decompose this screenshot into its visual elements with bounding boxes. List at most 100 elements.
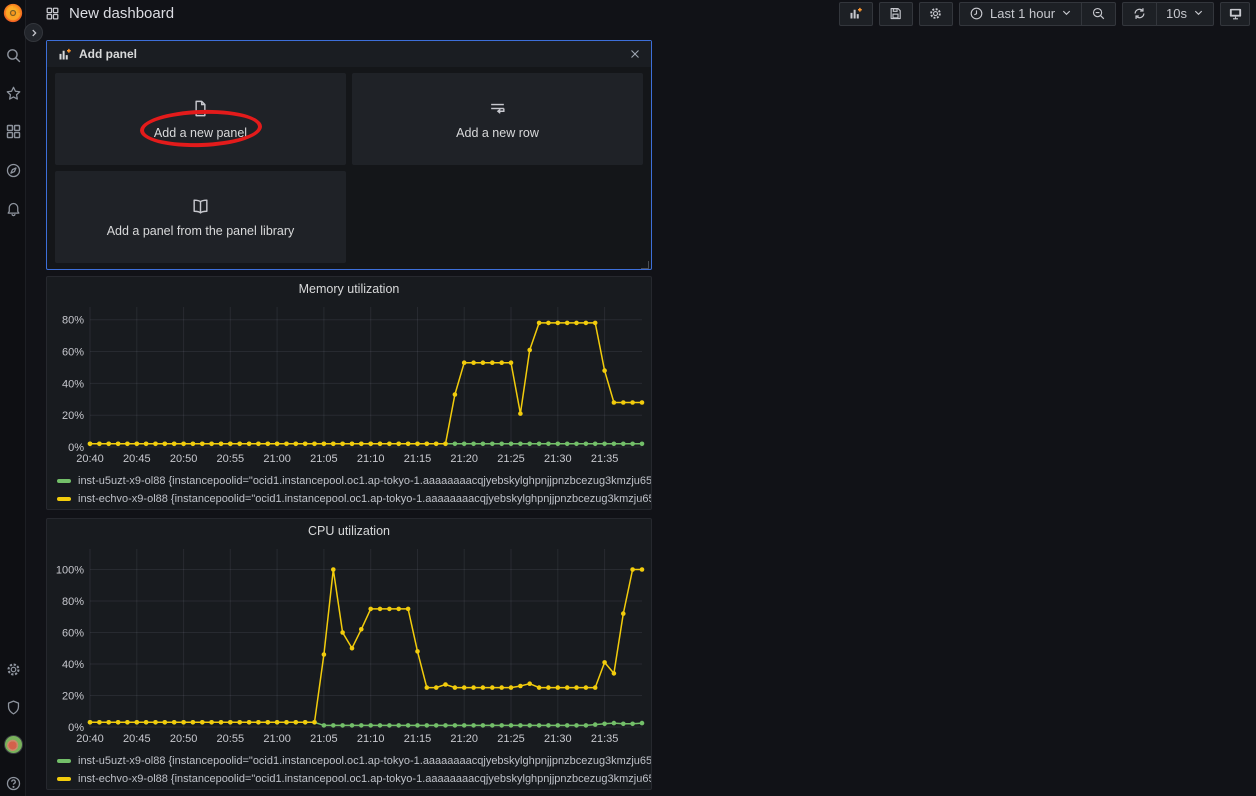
svg-text:40%: 40% (62, 378, 84, 390)
chevron-down-icon (1061, 6, 1072, 21)
svg-text:21:10: 21:10 (357, 733, 385, 745)
close-icon[interactable] (629, 48, 641, 60)
svg-text:20:50: 20:50 (170, 733, 198, 745)
svg-text:21:05: 21:05 (310, 453, 338, 465)
memory-chart-area[interactable]: 0%20%40%60%80%20:4020:4520:5020:5521:002… (47, 301, 651, 470)
svg-text:21:15: 21:15 (404, 453, 432, 465)
refresh-group: 10s (1122, 2, 1214, 26)
add-new-panel-button[interactable]: Add a new panel (55, 73, 346, 165)
time-picker-group: Last 1 hour (959, 2, 1116, 26)
series-label[interactable]: inst-u5uzt-x9-ol88 {instancepoolid="ocid… (78, 475, 651, 487)
refresh-button[interactable] (1123, 3, 1156, 25)
svg-text:21:05: 21:05 (310, 733, 338, 745)
refresh-interval-button[interactable]: 10s (1156, 3, 1213, 25)
svg-text:20:40: 20:40 (76, 453, 104, 465)
svg-text:21:25: 21:25 (497, 453, 525, 465)
time-range-button[interactable]: Last 1 hour (960, 3, 1081, 25)
add-panel-from-library-button[interactable]: Add a panel from the panel library (55, 171, 346, 263)
svg-text:21:35: 21:35 (591, 453, 619, 465)
zoom-out-time-button[interactable] (1081, 3, 1115, 25)
add-new-row-button[interactable]: Add a new row (352, 73, 643, 165)
cpu-chart-area[interactable]: 0%20%40%60%80%100%20:4020:4520:5020:5521… (47, 543, 651, 750)
svg-text:20:45: 20:45 (123, 453, 151, 465)
grafana-logo-icon[interactable] (2, 2, 24, 24)
series-swatch (57, 759, 71, 763)
legend-item: inst-u5uzt-x9-ol88 {instancepoolid="ocid… (57, 472, 651, 490)
help-icon[interactable] (0, 773, 26, 793)
tv-kiosk-icon (1228, 6, 1243, 21)
grafana-app: New dashboard Last 1 hour (0, 0, 1256, 796)
svg-text:21:30: 21:30 (544, 453, 572, 465)
row-icon (488, 99, 507, 118)
dashboard-title-group[interactable]: New dashboard (45, 5, 174, 22)
svg-text:60%: 60% (62, 347, 84, 359)
starred-icon[interactable] (0, 83, 26, 103)
book-icon (191, 197, 210, 216)
svg-text:21:35: 21:35 (591, 733, 619, 745)
series-swatch (57, 777, 71, 781)
sidebar (0, 0, 26, 796)
memory-legend: inst-u5uzt-x9-ol88 {instancepoolid="ocid… (47, 470, 651, 508)
svg-text:60%: 60% (62, 628, 84, 640)
svg-text:21:15: 21:15 (404, 733, 432, 745)
legend-item: inst-echvo-x9-ol88 {instancepoolid="ocid… (57, 770, 651, 788)
series-label[interactable]: inst-echvo-x9-ol88 {instancepoolid="ocid… (78, 493, 651, 505)
user-avatar[interactable] (0, 734, 26, 754)
cpu-utilization-panel: CPU utilization 0%20%40%60%80%100%20:402… (46, 518, 652, 790)
save-dashboard-button[interactable] (879, 2, 913, 26)
cpu-legend: inst-u5uzt-x9-ol88 {instancepoolid="ocid… (47, 750, 651, 788)
gear-icon (928, 6, 943, 21)
alerting-bell-icon[interactable] (0, 198, 26, 218)
legend-item: inst-echvo-x9-ol88 {instancepoolid="ocid… (57, 490, 651, 508)
top-header: New dashboard Last 1 hour (27, 0, 1256, 27)
add-panel-widget: Add panel Add a new panel Add a new row … (46, 40, 652, 270)
add-panel-widget-body: Add a new panel Add a new row Add a pane… (47, 67, 651, 271)
configuration-gear-icon[interactable] (0, 659, 26, 679)
series-label[interactable]: inst-u5uzt-x9-ol88 {instancepoolid="ocid… (78, 755, 651, 767)
zoom-out-icon (1091, 6, 1106, 21)
svg-text:20:50: 20:50 (170, 453, 198, 465)
search-icon[interactable] (0, 45, 26, 65)
add-panel-button[interactable] (839, 2, 873, 26)
cpu-chart[interactable]: 0%20%40%60%80%100%20:4020:4520:5020:5521… (50, 543, 648, 747)
svg-text:21:20: 21:20 (450, 453, 478, 465)
dashboards-icon[interactable] (0, 121, 26, 141)
panel-title[interactable]: CPU utilization (47, 519, 651, 543)
chevron-down-icon (1193, 6, 1204, 21)
explore-compass-icon[interactable] (0, 160, 26, 180)
add-new-row-label: Add a new row (456, 126, 539, 140)
clock-icon (969, 6, 984, 21)
svg-text:20%: 20% (62, 691, 84, 703)
series-swatch (57, 497, 71, 501)
widget-title: Add panel (79, 47, 137, 61)
add-panel-icon (848, 6, 863, 21)
refresh-icon (1132, 6, 1147, 21)
apps-grid-icon (45, 6, 60, 21)
file-icon (191, 99, 210, 118)
empty-cell (352, 171, 643, 263)
add-panel-from-library-label: Add a panel from the panel library (107, 224, 295, 238)
svg-text:20%: 20% (62, 410, 84, 422)
svg-text:21:00: 21:00 (263, 453, 291, 465)
svg-text:20:55: 20:55 (217, 733, 245, 745)
refresh-interval-label: 10s (1166, 6, 1187, 21)
svg-text:21:00: 21:00 (263, 733, 291, 745)
memory-chart[interactable]: 0%20%40%60%80%20:4020:4520:5020:5521:002… (50, 301, 648, 467)
dashboard-settings-button[interactable] (919, 2, 953, 26)
sidebar-expand-button[interactable] (24, 23, 43, 42)
toolbar: Last 1 hour 10s (839, 2, 1250, 26)
tv-kiosk-button[interactable] (1220, 2, 1250, 26)
svg-text:20:45: 20:45 (123, 733, 151, 745)
add-panel-widget-header[interactable]: Add panel (47, 41, 651, 67)
svg-text:21:20: 21:20 (450, 733, 478, 745)
panel-title[interactable]: Memory utilization (47, 277, 651, 301)
server-admin-shield-icon[interactable] (0, 697, 26, 717)
save-icon (888, 6, 903, 21)
memory-utilization-panel: Memory utilization 0%20%40%60%80%20:4020… (46, 276, 652, 510)
svg-text:20:55: 20:55 (217, 453, 245, 465)
add-panel-icon (57, 47, 72, 62)
series-label[interactable]: inst-echvo-x9-ol88 {instancepoolid="ocid… (78, 773, 651, 785)
svg-text:100%: 100% (56, 565, 84, 577)
svg-text:21:25: 21:25 (497, 733, 525, 745)
time-range-label: Last 1 hour (990, 6, 1055, 21)
